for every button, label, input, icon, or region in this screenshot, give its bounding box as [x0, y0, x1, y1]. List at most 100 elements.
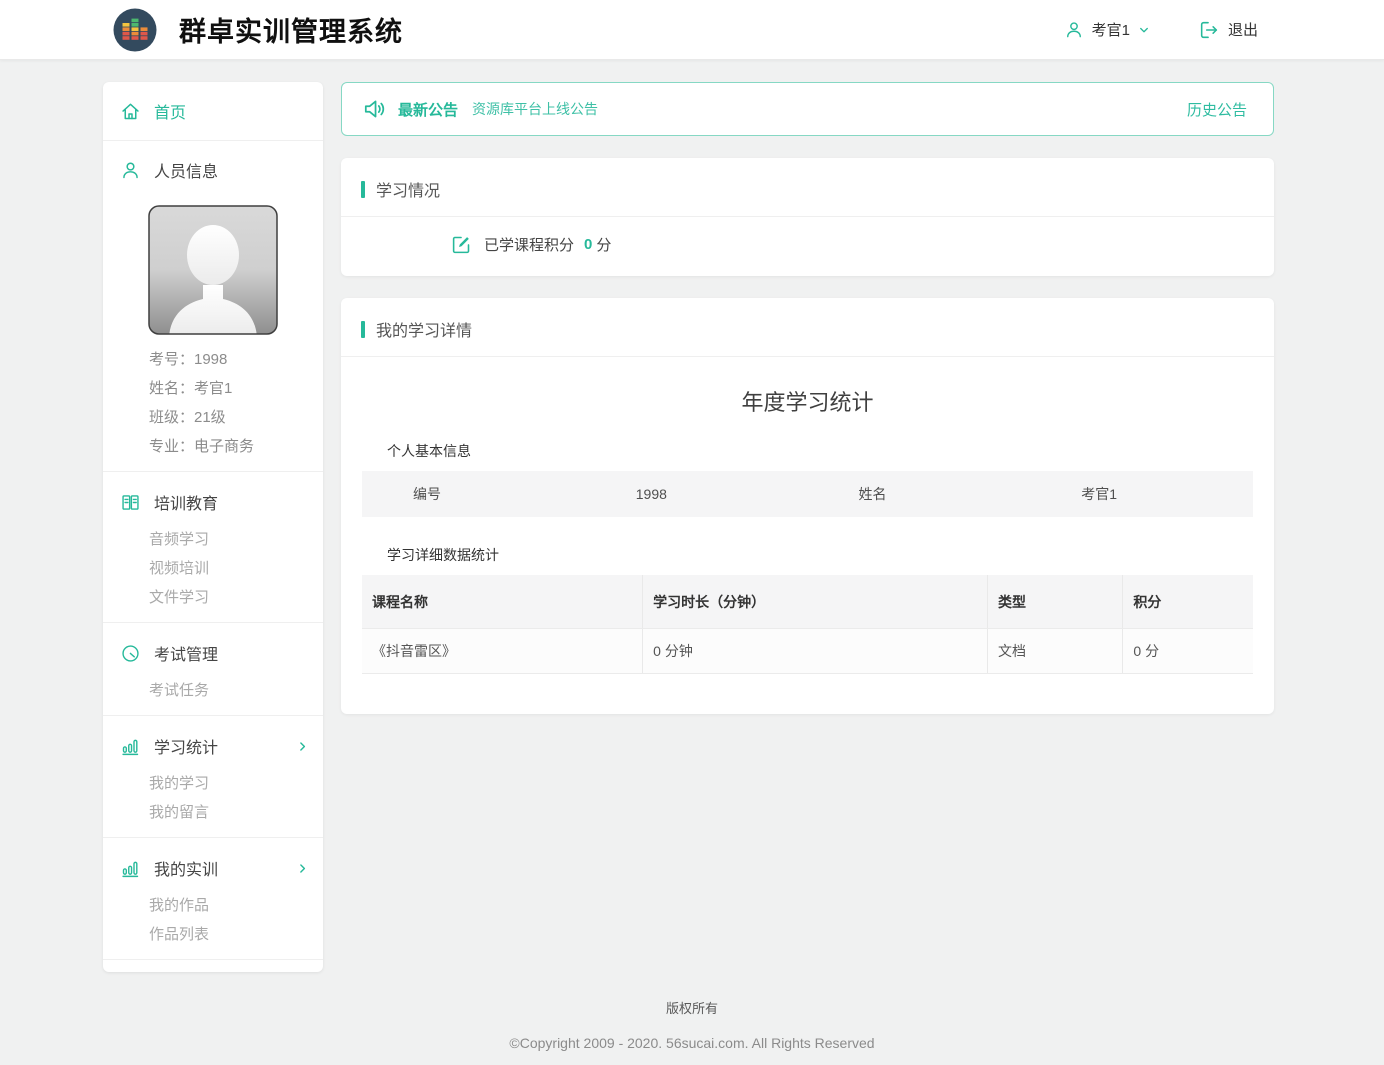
logo-icon [113, 8, 157, 52]
score-label: 已学课程积分 [484, 234, 574, 255]
profile-name: 姓名：考官1 [149, 374, 323, 403]
sidebar-subitems: 考试任务 [103, 674, 323, 715]
stats-table-title: 学习详细数据统计 [362, 545, 1253, 565]
score-value: 0 [584, 236, 592, 253]
cell-course: 《抖音雷区》 [362, 629, 643, 674]
score-unit: 分 [596, 234, 611, 255]
sidebar-subitem-exam-task[interactable]: 考试任务 [149, 676, 323, 705]
study-stats-table: 课程名称 学习时长（分钟） 类型 积分 《抖音雷区》 0 分钟 文档 0 分 [362, 575, 1253, 674]
sidebar-subitem-my-study[interactable]: 我的学习 [149, 769, 323, 798]
basic-info-cell: 姓名 [808, 484, 1031, 504]
sidebar-item-home[interactable]: 首页 [103, 82, 323, 140]
col-header-score: 积分 [1123, 575, 1253, 629]
profile-exam-no: 考号：1998 [149, 345, 323, 374]
study-status-panel: 学习情况 已学课程积分 0 分 [341, 158, 1274, 276]
panel-header: 学习情况 [341, 158, 1274, 216]
accent-bar [361, 181, 365, 198]
basic-info-row: 编号 1998 姓名 考官1 [362, 471, 1253, 517]
brand: 群卓实训管理系统 [113, 8, 403, 52]
announcement-bar: 最新公告 资源库平台上线公告 历史公告 [341, 82, 1274, 136]
panel-title: 我的学习详情 [376, 317, 472, 341]
sidebar-group-study-stats: 学习统计 我的学习 我的留言 [103, 716, 323, 837]
sidebar-subitem-works-list[interactable]: 作品列表 [149, 920, 323, 949]
sidebar-subitems: 我的学习 我的留言 [103, 767, 323, 837]
basic-info-title: 个人基本信息 [362, 441, 1253, 461]
sidebar-group-training: 培训教育 音频学习 视频培训 文件学习 [103, 472, 323, 622]
sidebar-subitem-audio[interactable]: 音频学习 [149, 525, 323, 554]
study-detail-body: 年度学习统计 个人基本信息 编号 1998 姓名 考官1 学习详细数据统计 课程… [341, 385, 1274, 714]
table-row: 《抖音雷区》 0 分钟 文档 0 分 [362, 629, 1253, 674]
app-header: 群卓实训管理系统 考官1 [0, 0, 1384, 60]
sidebar-item-profile[interactable]: 人员信息 [103, 141, 323, 199]
clock-icon [120, 643, 141, 664]
logout-icon [1198, 19, 1220, 41]
sidebar-group-my-practice: 我的实训 我的作品 作品列表 [103, 838, 323, 959]
cell-type: 文档 [987, 629, 1122, 674]
announcement-link[interactable]: 资源库平台上线公告 [472, 99, 598, 119]
cell-score: 0 分 [1123, 629, 1253, 674]
copyright-en: ©Copyright 2009 - 2020. 56sucai.com. All… [0, 1035, 1384, 1051]
profile-block: 考号：1998 姓名：考官1 班级：21级 专业：电子商务 [103, 199, 323, 471]
page-footer: 版权所有 ©Copyright 2009 - 2020. 56sucai.com… [0, 998, 1384, 1065]
bar-chart-icon [120, 858, 141, 879]
col-header-course: 课程名称 [362, 575, 643, 629]
chevron-right-icon [296, 862, 309, 875]
app-title: 群卓实训管理系统 [179, 10, 403, 49]
table-header-row: 课程名称 学习时长（分钟） 类型 积分 [362, 575, 1253, 629]
sidebar-item-label: 人员信息 [154, 158, 218, 182]
panel-header: 我的学习详情 [341, 298, 1274, 356]
bar-chart-icon [120, 736, 141, 757]
avatar [148, 205, 278, 335]
col-header-duration: 学习时长（分钟） [643, 575, 988, 629]
sidebar-subitems: 我的作品 作品列表 [103, 889, 323, 959]
study-detail-panel: 我的学习详情 年度学习统计 个人基本信息 编号 1998 姓名 考官1 学习详细… [341, 298, 1274, 714]
sidebar-item-label: 学习统计 [154, 734, 218, 758]
announcement-label: 最新公告 [398, 99, 458, 120]
annual-stats-heading: 年度学习统计 [362, 385, 1253, 417]
user-menu[interactable]: 考官1 [1064, 19, 1150, 40]
panel-title: 学习情况 [376, 177, 440, 201]
course-score-row: 已学课程积分 0 分 [341, 217, 1274, 276]
speaker-icon [362, 96, 388, 122]
basic-info-cell: 编号 [362, 484, 585, 504]
profile-major: 专业：电子商务 [149, 432, 323, 461]
main-content: 最新公告 资源库平台上线公告 历史公告 学习情况 已学课程积分 0 分 [341, 82, 1274, 714]
profile-info: 考号：1998 姓名：考官1 班级：21级 专业：电子商务 [103, 345, 323, 461]
edit-icon [451, 234, 472, 255]
basic-info-cell: 1998 [585, 486, 808, 502]
profile-class: 班级：21级 [149, 403, 323, 432]
sidebar: 首页 人员信息 [103, 82, 323, 972]
sidebar-group-exam: 考试管理 考试任务 [103, 623, 323, 715]
basic-info-cell: 考官1 [1030, 484, 1253, 504]
chevron-down-icon [1138, 24, 1150, 36]
sidebar-item-training[interactable]: 培训教育 [103, 472, 323, 523]
cell-duration: 0 分钟 [643, 629, 988, 674]
sidebar-item-my-practice[interactable]: 我的实训 [103, 838, 323, 889]
sidebar-divider [103, 959, 323, 960]
panel-divider [341, 356, 1274, 357]
history-announcements-link[interactable]: 历史公告 [1187, 99, 1247, 120]
home-icon [120, 101, 141, 122]
header-actions: 考官1 退出 [1064, 19, 1258, 41]
book-icon [120, 492, 141, 513]
logout-label: 退出 [1228, 19, 1258, 40]
person-icon [120, 160, 141, 181]
user-icon [1064, 20, 1084, 40]
sidebar-item-label: 考试管理 [154, 641, 218, 665]
user-name: 考官1 [1092, 19, 1130, 40]
sidebar-item-study-stats[interactable]: 学习统计 [103, 716, 323, 767]
sidebar-subitem-my-message[interactable]: 我的留言 [149, 798, 323, 827]
accent-bar [361, 321, 365, 338]
chevron-right-icon [296, 740, 309, 753]
sidebar-item-label: 培训教育 [154, 490, 218, 514]
layout: 首页 人员信息 [0, 60, 1384, 972]
sidebar-subitem-file[interactable]: 文件学习 [149, 583, 323, 612]
sidebar-subitem-video[interactable]: 视频培训 [149, 554, 323, 583]
sidebar-subitems: 音频学习 视频培训 文件学习 [103, 523, 323, 622]
sidebar-subitem-my-works[interactable]: 我的作品 [149, 891, 323, 920]
sidebar-item-label: 首页 [154, 99, 186, 123]
logout-button[interactable]: 退出 [1198, 19, 1258, 41]
sidebar-item-exam[interactable]: 考试管理 [103, 623, 323, 674]
col-header-type: 类型 [987, 575, 1122, 629]
sidebar-item-label: 我的实训 [154, 856, 218, 880]
